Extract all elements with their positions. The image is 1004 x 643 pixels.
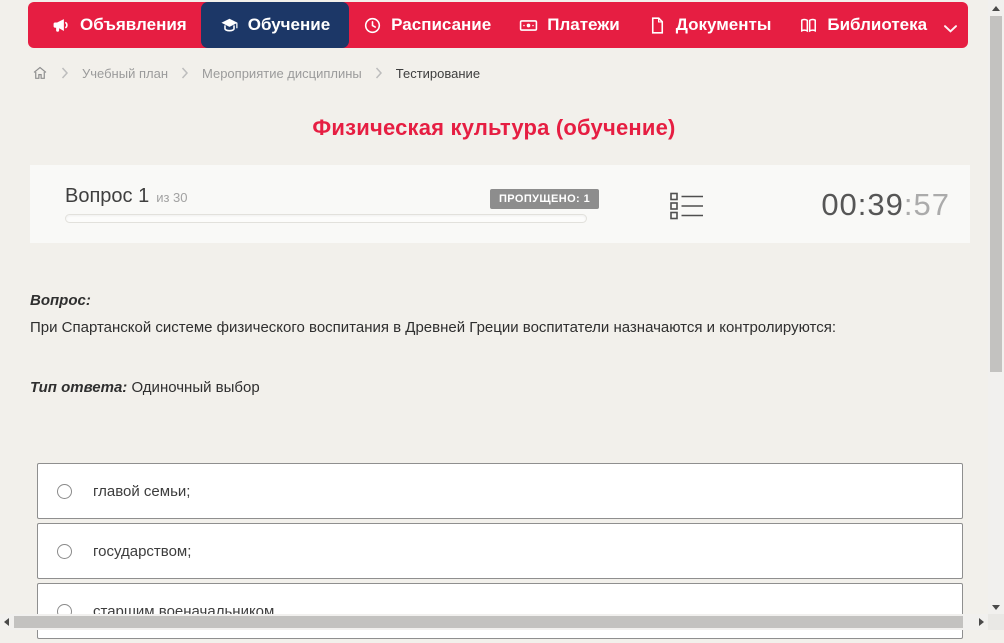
- question-text: При Спартанской системе физического восп…: [30, 319, 837, 336]
- megaphone-icon: [52, 16, 71, 35]
- breadcrumb-separator-icon: [181, 67, 189, 79]
- nav-item-label: Расписание: [391, 15, 492, 34]
- answer-type-value: Одиночный выбор: [131, 379, 260, 396]
- breadcrumb-item-study-plan[interactable]: Учебный план: [82, 66, 168, 81]
- timer-seconds: :57: [903, 187, 950, 222]
- breadcrumb-separator-icon: [375, 67, 383, 79]
- book-icon: [799, 16, 818, 35]
- answer-type-row: Тип ответа: Одиночный выбор: [30, 379, 260, 396]
- nav-item-learning[interactable]: Обучение: [200, 2, 350, 48]
- question-prompt-label: Вопрос:: [30, 292, 91, 309]
- clock-icon: [363, 16, 382, 35]
- nav-item-label: Объявления: [80, 15, 187, 34]
- horizontal-scrollbar[interactable]: [0, 614, 988, 630]
- banknote-icon: [519, 16, 538, 35]
- nav-item-label: Документы: [675, 15, 772, 34]
- breadcrumb-separator-icon: [61, 67, 69, 79]
- radio-button-icon[interactable]: [57, 483, 72, 499]
- nav-item-label: Обучение: [247, 15, 331, 34]
- quiz-progress-bar: [65, 214, 587, 223]
- breadcrumb-item-discipline-event[interactable]: Мероприятие дисциплины: [202, 66, 362, 81]
- countdown-timer: 00:39:57: [821, 187, 950, 223]
- scroll-left-arrow-icon[interactable]: [4, 618, 9, 626]
- nav-item-schedule[interactable]: Расписание: [349, 2, 505, 48]
- quiz-header-panel: Вопрос 1 из 30 ПРОПУЩЕНО: 1 00:39:57: [30, 165, 970, 243]
- answer-option-label: главой семьи;: [93, 482, 191, 500]
- question-list-icon[interactable]: [670, 192, 704, 225]
- breadcrumb: Учебный план Мероприятие дисциплины Тест…: [32, 63, 480, 83]
- skipped-badge: ПРОПУЩЕНО: 1: [490, 189, 600, 209]
- nav-item-label: Библиотека: [827, 15, 928, 34]
- nav-item-announcements[interactable]: Объявления: [38, 2, 201, 48]
- scrollbar-corner: [988, 614, 1004, 630]
- home-icon[interactable]: [32, 65, 48, 81]
- question-total: из 30: [156, 190, 188, 205]
- page-title: Физическая культура (обучение): [312, 115, 676, 140]
- vertical-scrollbar-thumb[interactable]: [990, 16, 1002, 372]
- answer-option[interactable]: главой семьи;: [37, 463, 963, 519]
- chevron-down-icon: [941, 19, 958, 33]
- nav-item-payments[interactable]: Платежи: [505, 2, 634, 48]
- top-navbar: Объявления Обучение Расписание Платежи Д…: [28, 2, 968, 48]
- document-icon: [648, 16, 667, 35]
- horizontal-scrollbar-thumb[interactable]: [14, 616, 963, 628]
- scroll-up-arrow-icon[interactable]: [992, 6, 1000, 11]
- answer-option[interactable]: старшим военачальником.: [37, 583, 963, 639]
- answer-type-label: Тип ответа:: [30, 379, 128, 396]
- nav-item-documents[interactable]: Документы: [634, 2, 786, 48]
- nav-item-library[interactable]: Библиотека: [785, 2, 968, 48]
- question-counter: Вопрос 1 из 30: [65, 185, 188, 208]
- breadcrumb-item-testing: Тестирование: [395, 65, 481, 81]
- graduation-cap-icon: [220, 16, 239, 35]
- answer-option[interactable]: государством;: [37, 523, 963, 579]
- question-number: Вопрос 1: [65, 185, 150, 207]
- vertical-scrollbar[interactable]: [988, 0, 1004, 614]
- nav-item-label: Платежи: [547, 15, 620, 34]
- scroll-right-arrow-icon[interactable]: [979, 618, 984, 626]
- timer-minutes: 00:39: [821, 187, 904, 222]
- radio-button-icon[interactable]: [57, 543, 72, 559]
- scroll-down-arrow-icon[interactable]: [992, 605, 1000, 610]
- answer-option-label: государством;: [93, 542, 192, 560]
